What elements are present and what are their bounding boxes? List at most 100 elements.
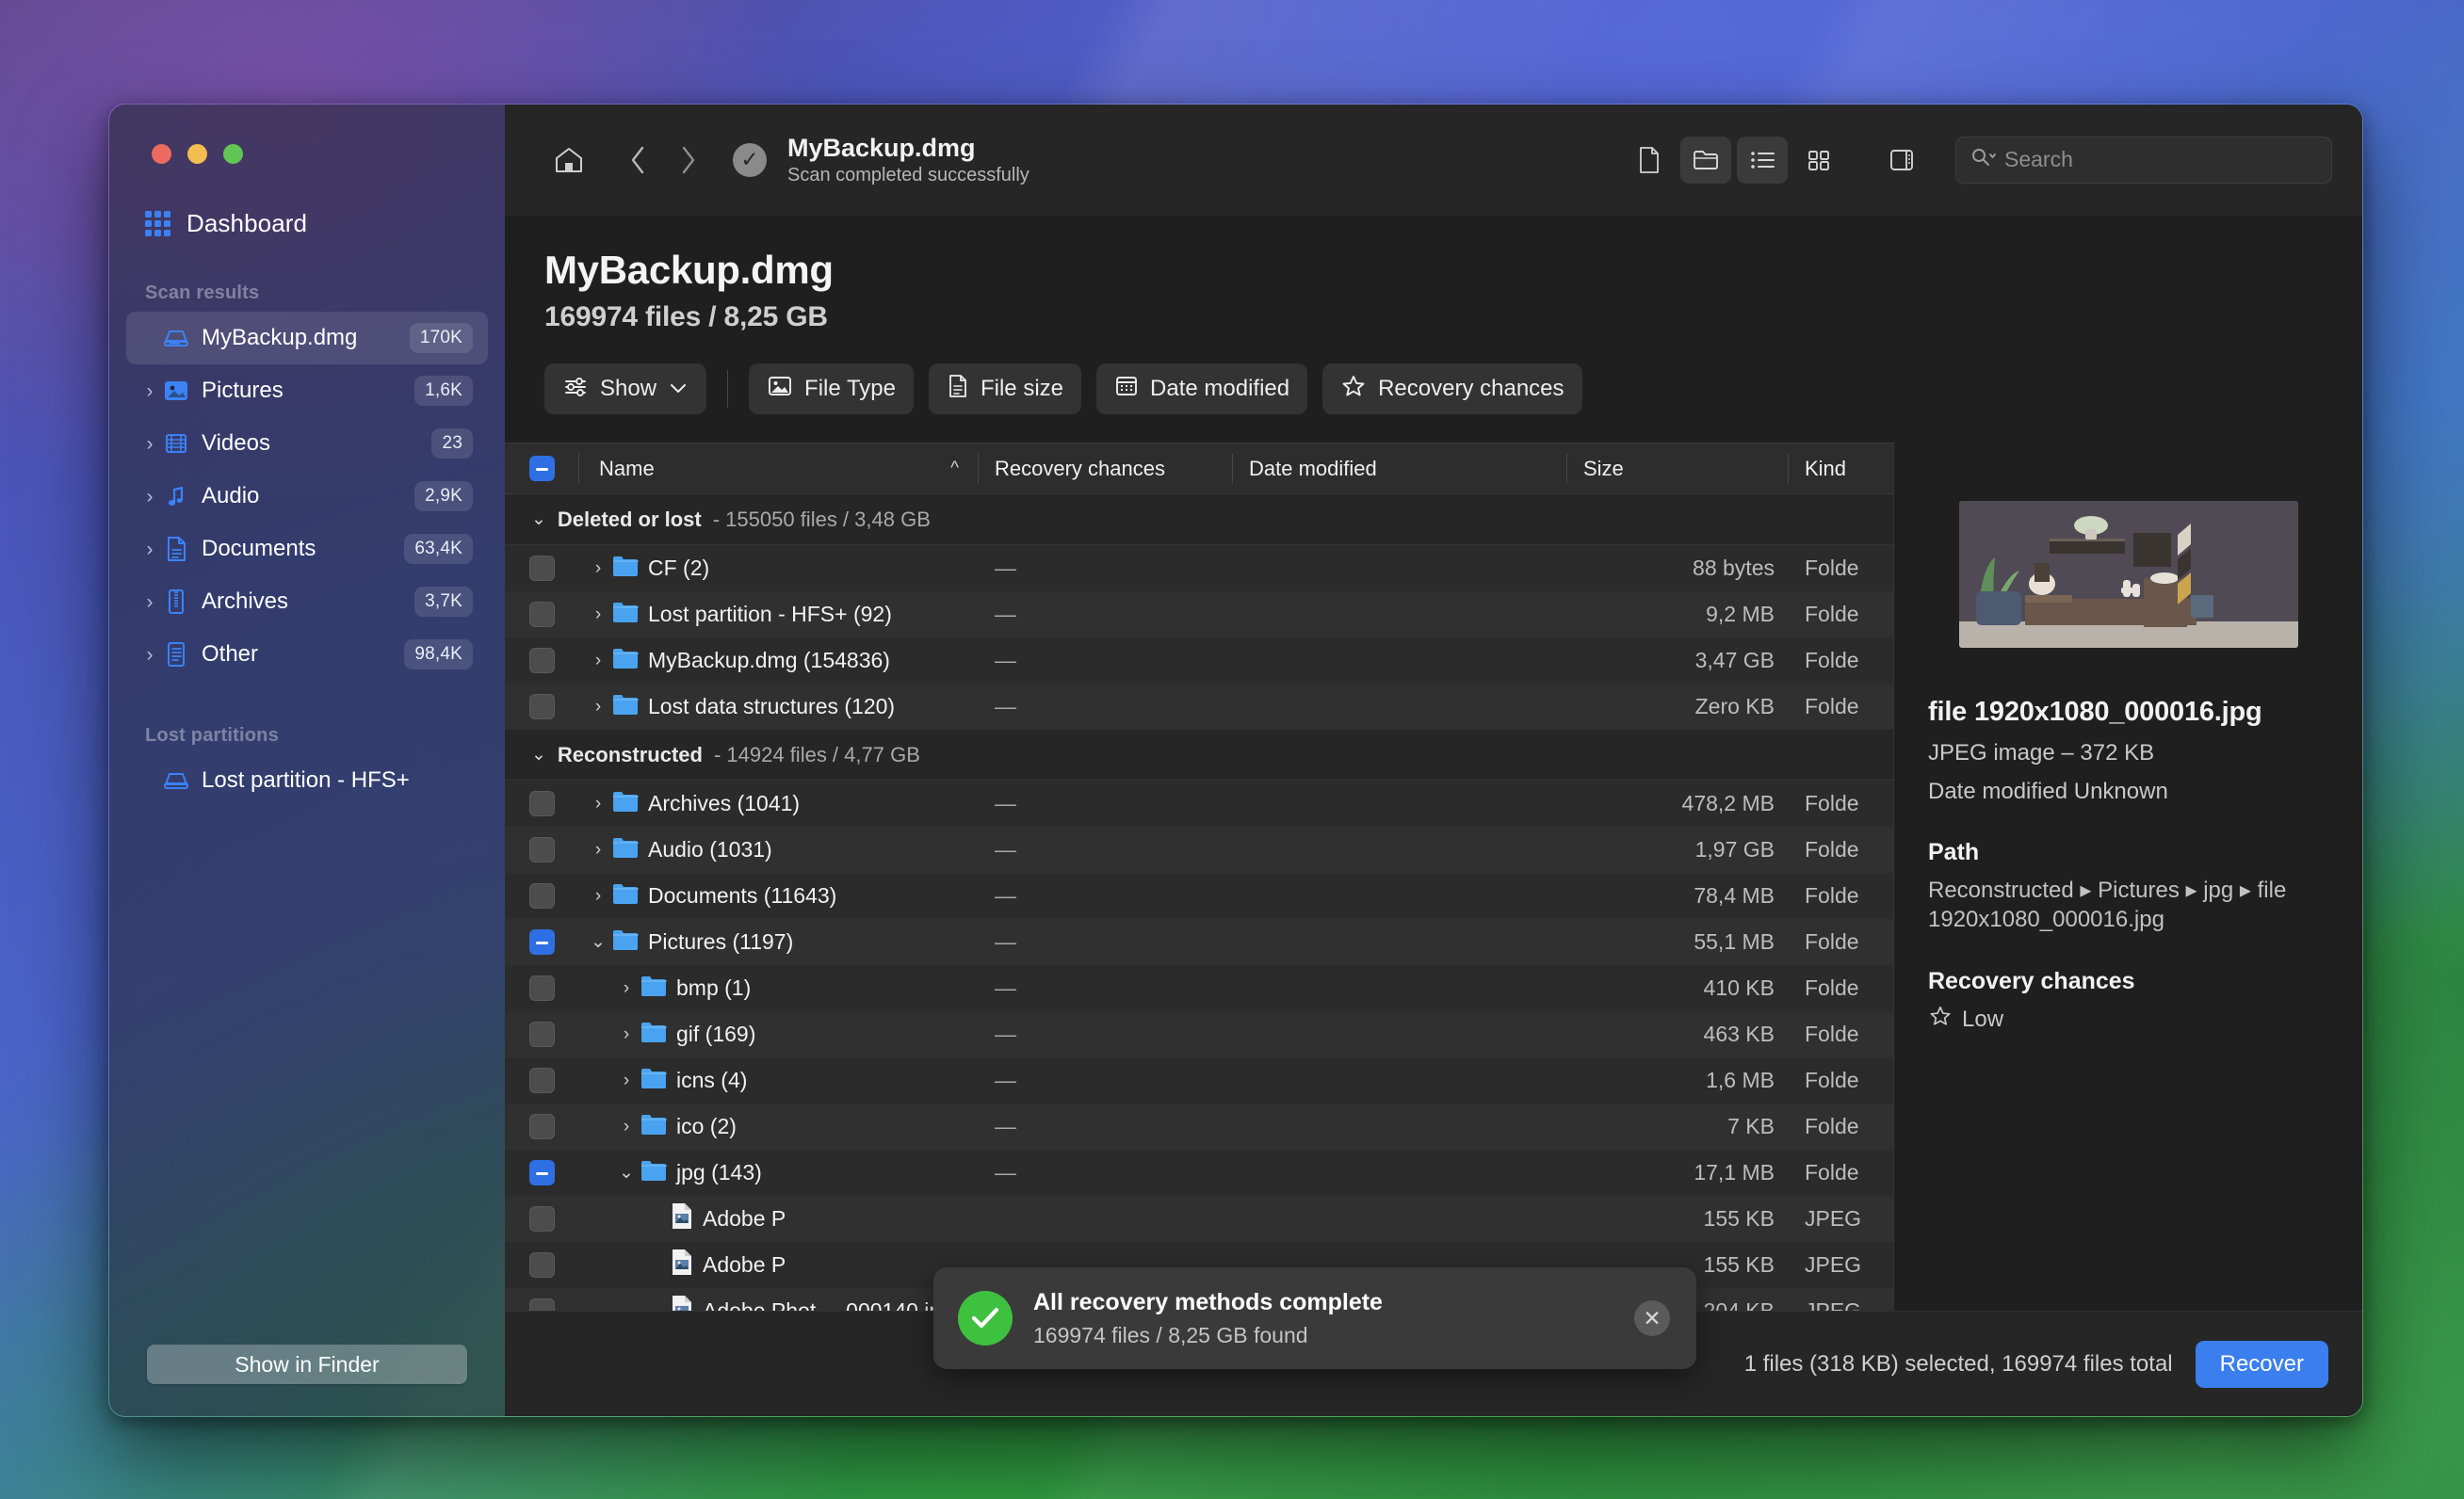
chevron-right-icon[interactable]: › xyxy=(612,978,640,999)
app-window: Dashboard Scan results › MyBackup.dmg 17… xyxy=(108,104,2363,1417)
show-in-finder-button[interactable]: Show in Finder xyxy=(147,1345,467,1384)
search-field[interactable]: Search xyxy=(1955,136,2332,184)
chevron-down-icon[interactable]: ⌄ xyxy=(584,931,612,953)
close-button[interactable] xyxy=(152,144,171,164)
table-row[interactable]: › Lost partition - HFS+ (92) — 9,2 MB Folde xyxy=(505,591,1893,637)
chevron-right-icon[interactable]: › xyxy=(612,1071,640,1091)
row-checkbox[interactable] xyxy=(505,929,578,955)
table-row[interactable]: › gif (169) — 463 KB Folde xyxy=(505,1011,1893,1057)
sidebar-item-lost-partition-hfs[interactable]: › Lost partition - HFS+ xyxy=(126,754,488,807)
table-row[interactable]: › Archives (1041) — 478,2 MB Folde xyxy=(505,781,1893,827)
column-header-size[interactable]: Size xyxy=(1566,443,1788,493)
column-header-date[interactable]: Date modified xyxy=(1232,443,1566,493)
sidebar-item-audio[interactable]: › Audio 2,9K xyxy=(126,470,488,523)
chevron-down-icon[interactable]: ⌄ xyxy=(531,508,546,530)
row-checkbox[interactable] xyxy=(505,1298,578,1311)
home-icon[interactable] xyxy=(544,136,593,185)
table-row[interactable]: › bmp (1) — 410 KB Folde xyxy=(505,965,1893,1011)
zoom-button[interactable] xyxy=(223,144,243,164)
chevron-right-icon[interactable]: › xyxy=(139,645,160,665)
chevron-right-icon[interactable]: › xyxy=(584,697,612,717)
table-row[interactable]: › MyBackup.dmg (154836) — 3,47 GB Folde xyxy=(505,637,1893,684)
row-checkbox[interactable] xyxy=(505,1068,578,1093)
window-traffic-lights xyxy=(109,105,505,164)
cell-size: 463 KB xyxy=(1703,1022,1775,1046)
row-checkbox[interactable] xyxy=(505,556,578,581)
chevron-right-icon[interactable]: › xyxy=(139,540,160,559)
file-size-filter-button[interactable]: File size xyxy=(928,363,1082,414)
chevron-right-icon[interactable]: › xyxy=(584,886,612,907)
table-row[interactable]: Adobe P 155 KB JPEG xyxy=(505,1196,1893,1242)
column-header-name[interactable]: Name ^ xyxy=(578,443,978,493)
chevron-down-icon[interactable]: ⌄ xyxy=(531,744,546,766)
row-checkbox[interactable] xyxy=(505,1252,578,1278)
chevron-right-icon[interactable]: › xyxy=(139,487,160,507)
cell-name: Adobe Phot..._000140.jpg xyxy=(578,1295,978,1311)
disk-icon xyxy=(160,769,192,792)
cell-recovery-label: — xyxy=(995,883,1016,908)
chevron-right-icon[interactable]: › xyxy=(584,558,612,579)
recover-button[interactable]: Recover xyxy=(2195,1340,2328,1388)
row-checkbox[interactable] xyxy=(505,694,578,719)
row-checkbox[interactable] xyxy=(505,1206,578,1232)
row-checkbox[interactable] xyxy=(505,791,578,816)
sidebar-toggle-icon[interactable] xyxy=(1876,137,1927,184)
row-checkbox[interactable] xyxy=(505,1022,578,1047)
sidebar-item-videos[interactable]: › Videos 23 xyxy=(126,417,488,470)
back-icon[interactable] xyxy=(614,136,663,185)
grid-view-icon[interactable] xyxy=(1793,137,1844,184)
row-checkbox[interactable] xyxy=(505,837,578,862)
row-checkbox[interactable] xyxy=(505,602,578,627)
row-checkbox[interactable] xyxy=(505,648,578,673)
forward-icon[interactable] xyxy=(663,136,712,185)
chevron-right-icon[interactable]: › xyxy=(612,1024,640,1045)
chevron-down-icon[interactable]: ⌄ xyxy=(612,1162,640,1184)
other-icon xyxy=(160,641,192,668)
table-row[interactable]: › Documents (11643) — 78,4 MB Folde xyxy=(505,873,1893,919)
column-header-kind[interactable]: Kind xyxy=(1788,443,1893,493)
table-row[interactable]: ⌄ jpg (143) — 17,1 MB Folde xyxy=(505,1150,1893,1196)
close-icon[interactable]: ✕ xyxy=(1634,1300,1670,1336)
group-name: Deleted or lost xyxy=(557,507,702,531)
cell-recovery-label: — xyxy=(995,1068,1016,1092)
chevron-right-icon[interactable]: › xyxy=(612,1117,640,1137)
row-checkbox[interactable] xyxy=(505,1160,578,1185)
file-type-filter-button[interactable]: File Type xyxy=(749,363,914,414)
table-row[interactable]: › ico (2) — 7 KB Folde xyxy=(505,1104,1893,1150)
sidebar-item-documents[interactable]: › Documents 63,4K xyxy=(126,523,488,575)
sidebar-item-archives[interactable]: › Archives 3,7K xyxy=(126,575,488,628)
sidebar-item-other[interactable]: › Other 98,4K xyxy=(126,628,488,681)
list-view-icon[interactable] xyxy=(1737,136,1788,184)
chevron-right-icon[interactable]: › xyxy=(139,381,160,401)
show-filter-button[interactable]: Show xyxy=(544,363,707,414)
table-row[interactable]: › Lost data structures (120) — Zero KB Folde xyxy=(505,684,1893,730)
table-group-header[interactable]: ⌄ Deleted or lost - 155050 files / 3,48 GB xyxy=(505,494,1893,545)
chevron-right-icon[interactable]: › xyxy=(139,434,160,454)
minimize-button[interactable] xyxy=(187,144,207,164)
chevron-right-icon[interactable]: › xyxy=(584,840,612,861)
sidebar-item-mybackup[interactable]: › MyBackup.dmg 170K xyxy=(126,312,488,364)
row-checkbox[interactable] xyxy=(505,883,578,909)
chevron-right-icon[interactable]: › xyxy=(584,651,612,671)
sidebar-item-dashboard[interactable]: Dashboard xyxy=(145,209,505,238)
file-view-icon[interactable] xyxy=(1624,137,1675,184)
cell-kind: JPEG xyxy=(1805,1252,1862,1277)
table-row[interactable]: ⌄ Pictures (1197) — 55,1 MB Folde xyxy=(505,919,1893,965)
column-header-recovery[interactable]: Recovery chances xyxy=(978,443,1232,493)
cell-name-label: Lost data structures (120) xyxy=(648,694,896,718)
row-checkbox[interactable] xyxy=(505,1114,578,1139)
chevron-right-icon[interactable]: › xyxy=(584,794,612,814)
recovery-chances-filter-button[interactable]: Recovery chances xyxy=(1322,363,1582,414)
table-row[interactable]: › icns (4) — 1,6 MB Folde xyxy=(505,1057,1893,1104)
date-modified-filter-button[interactable]: Date modified xyxy=(1096,363,1308,414)
row-checkbox[interactable] xyxy=(505,975,578,1001)
table-group-header[interactable]: ⌄ Reconstructed - 14924 files / 4,77 GB xyxy=(505,730,1893,781)
select-all-checkbox[interactable] xyxy=(505,443,578,493)
chevron-right-icon[interactable]: › xyxy=(584,604,612,625)
table-row[interactable]: › Audio (1031) — 1,97 GB Folde xyxy=(505,827,1893,873)
table-row[interactable]: › CF (2) — 88 bytes Folde xyxy=(505,545,1893,591)
folder-view-icon[interactable] xyxy=(1680,136,1731,184)
sidebar-item-pictures[interactable]: › Pictures 1,6K xyxy=(126,364,488,417)
chevron-right-icon[interactable]: › xyxy=(139,592,160,612)
cell-name: Adobe P xyxy=(578,1249,978,1281)
